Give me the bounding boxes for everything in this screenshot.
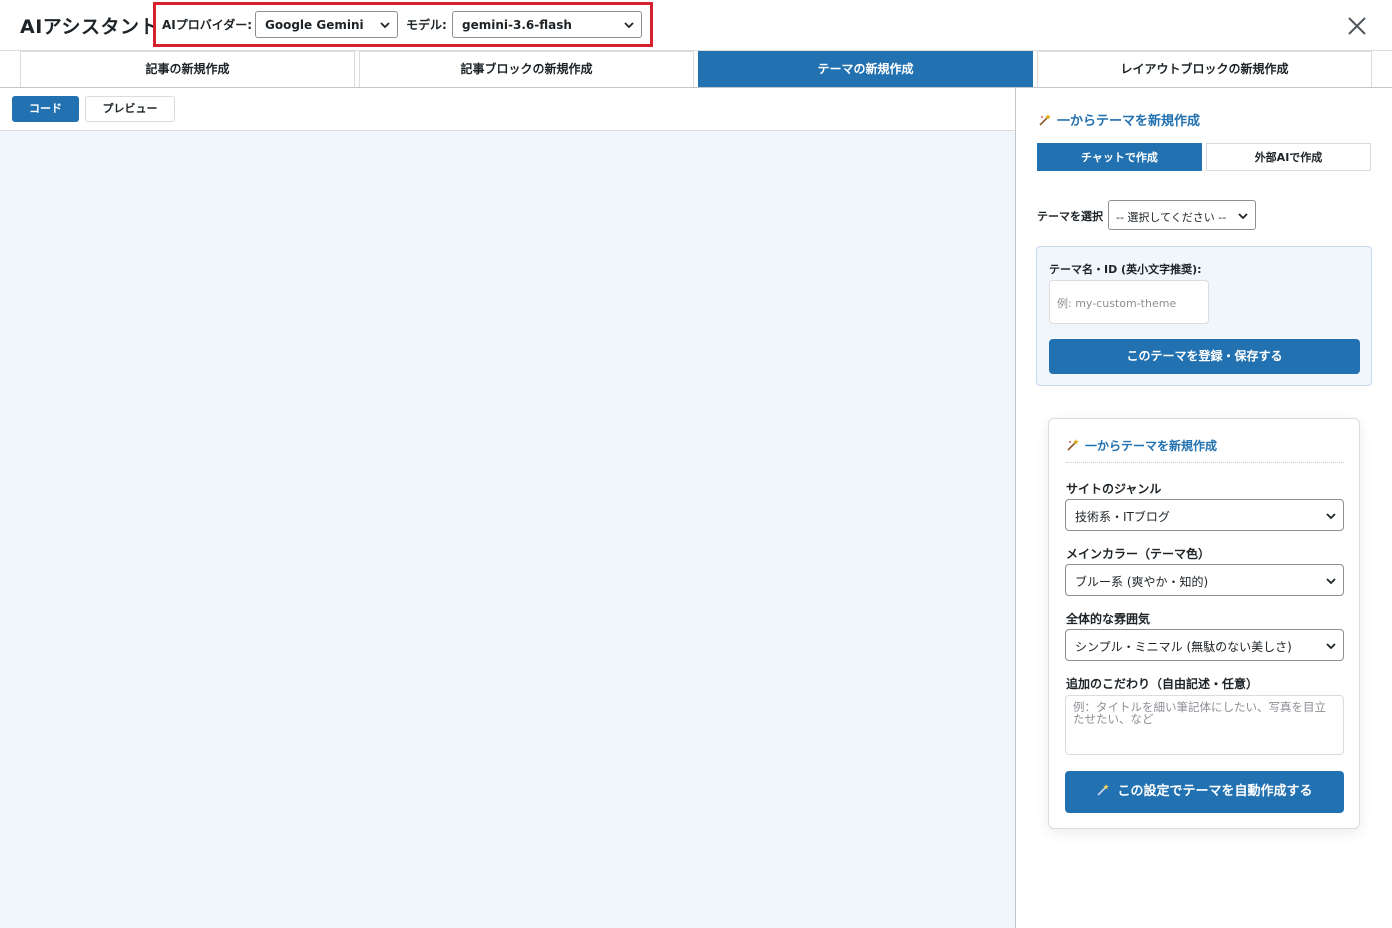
register-theme-button[interactable]: このテーマを登録・保存する [1049, 339, 1360, 374]
preview-button[interactable]: プレビュー [85, 96, 175, 122]
sidebar-heading: 一からテーマを新規作成 [1038, 110, 1200, 129]
genre-select[interactable]: 技術系・ITブログ [1065, 499, 1344, 531]
subtab-chat[interactable]: チャットで作成 [1037, 143, 1202, 171]
magic-wand-icon [1067, 439, 1079, 451]
mood-select[interactable]: シンプル・ミニマル (無駄のない美しさ) [1065, 629, 1344, 661]
mood-select-value: シンプル・ミニマル (無駄のない美しさ) [1075, 640, 1292, 654]
provider-label: AIプロバイダー: [162, 18, 253, 32]
magic-wand-icon [1039, 114, 1051, 126]
editor-canvas[interactable] [0, 131, 1016, 928]
theme-select-value: -- 選択してください -- [1116, 211, 1227, 224]
mood-label: 全体的な雰囲気 [1066, 612, 1151, 626]
theme-name-input[interactable]: 例: my-custom-theme [1049, 280, 1209, 324]
theme-select[interactable]: -- 選択してください -- [1108, 200, 1256, 230]
main-color-label: メインカラー（テーマ色） [1066, 547, 1211, 561]
provider-select-value: Google Gemini [265, 18, 364, 32]
editor-toolbar: コード プレビュー [0, 88, 1016, 131]
auto-generate-button-label: この設定でテーマを自動作成する [1117, 784, 1313, 799]
auto-generate-theme-button[interactable]: この設定でテーマを自動作成する [1065, 771, 1344, 813]
header: AIアシスタント AIプロバイダー: Google Gemini モデル: ge… [0, 0, 1392, 51]
extra-request-textarea[interactable]: 例：タイトルを細い筆記体にしたい、写真を目立たせたい、など [1065, 695, 1344, 755]
tab-theme-new[interactable]: テーマの新規作成 [698, 51, 1033, 87]
chevron-down-icon [1238, 213, 1248, 220]
magic-wand-icon [1097, 784, 1110, 796]
tab-bar: 記事の新規作成 記事ブロックの新規作成 テーマの新規作成 レイアウトブロックの新… [0, 51, 1392, 88]
genre-select-value: 技術系・ITブログ [1075, 510, 1170, 524]
pane-divider [1015, 88, 1016, 928]
tab-layout-block-new[interactable]: レイアウトブロックの新規作成 [1037, 51, 1372, 87]
chevron-down-icon [1326, 643, 1336, 650]
generator-title: 一からテーマを新規作成 [1066, 437, 1344, 463]
model-label: モデル: [406, 18, 447, 32]
model-select-value: gemini-3.6-flash [462, 18, 572, 32]
main-color-select[interactable]: ブルー系 (爽やか・知的) [1065, 564, 1344, 596]
model-select[interactable]: gemini-3.6-flash [452, 11, 642, 38]
main-color-select-value: ブルー系 (爽やか・知的) [1075, 575, 1209, 589]
provider-select[interactable]: Google Gemini [255, 11, 398, 38]
chevron-down-icon [380, 22, 390, 29]
theme-name-label: テーマ名・ID (英小文字推奨): [1049, 263, 1202, 276]
extra-request-label: 追加のこだわり（自由記述・任意） [1066, 677, 1259, 691]
genre-label: サイトのジャンル [1066, 482, 1162, 496]
theme-select-label: テーマを選択 [1037, 210, 1103, 223]
subtab-external-ai[interactable]: 外部AIで作成 [1206, 143, 1371, 171]
register-theme-box: テーマ名・ID (英小文字推奨): 例: my-custom-theme このテ… [1036, 246, 1372, 386]
chevron-down-icon [1326, 513, 1336, 520]
tab-article-new[interactable]: 記事の新規作成 [20, 51, 355, 87]
generator-title-text: 一からテーマを新規作成 [1085, 439, 1218, 453]
close-icon[interactable] [1344, 13, 1370, 39]
app-title: AIアシスタント [20, 16, 160, 38]
chevron-down-icon [1326, 578, 1336, 585]
tab-article-block-new[interactable]: 記事ブロックの新規作成 [359, 51, 694, 87]
sidebar-heading-text: 一からテーマを新規作成 [1057, 114, 1201, 129]
chevron-down-icon [624, 22, 634, 29]
theme-generator-card: 一からテーマを新規作成 サイトのジャンル 技術系・ITブログ メインカラー（テー… [1048, 418, 1360, 829]
code-button[interactable]: コード [12, 96, 79, 122]
